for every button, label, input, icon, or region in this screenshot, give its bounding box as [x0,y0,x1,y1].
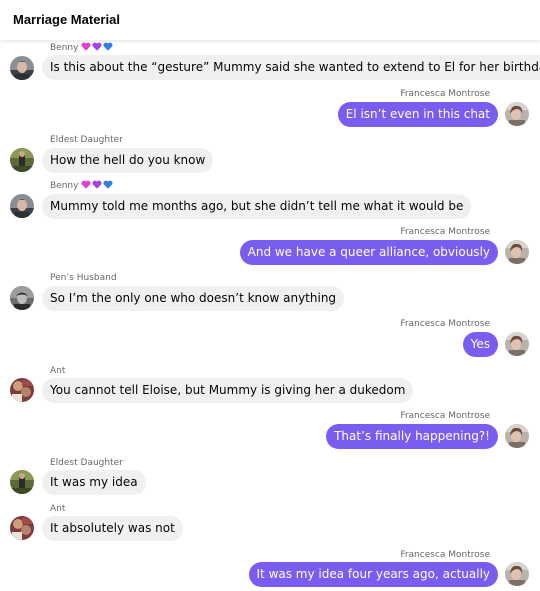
francesca-avatar[interactable] [505,102,529,126]
message-bubble[interactable]: El isn’t even in this chat [337,102,498,127]
sender-name: Francesca Montrose [400,411,490,421]
pink-heart-icon [81,42,91,51]
sender-name: Ant [50,366,66,376]
eldest-daughter-avatar[interactable] [10,148,34,172]
purple-heart-icon [92,180,102,189]
sender-name: Eldest Daughter [50,458,123,468]
francesca-avatar[interactable] [505,240,529,264]
purple-heart-icon [92,42,102,51]
sender-name: Francesca Montrose [400,89,490,99]
message-bubble[interactable]: Is this about the “gesture” Mummy said s… [42,55,540,80]
message-bubble[interactable]: It absolutely was not [42,516,183,541]
francesca-avatar[interactable] [505,562,529,586]
message-bubble[interactable]: So I’m the only one who doesn’t know any… [42,286,345,311]
sender-name: Benny [50,42,114,54]
message-bubble[interactable]: You cannot tell Eloise, but Mummy is giv… [42,378,414,403]
message-bubble[interactable]: It was my idea [42,470,146,495]
francesca-avatar[interactable] [505,424,529,448]
message-bubble[interactable]: Yes [462,332,498,357]
sender-name: Pen’s Husband [50,273,117,283]
sender-name: Francesca Montrose [400,227,490,237]
message-bubble[interactable]: How the hell do you know [42,148,214,173]
benny-avatar[interactable] [10,194,34,218]
eldest-daughter-avatar[interactable] [10,470,34,494]
blue-heart-icon [103,42,113,51]
blue-heart-icon [103,180,113,189]
heart-emojis [81,42,114,54]
message-bubble[interactable]: That’s finally happening?! [326,424,498,449]
sender-name: Eldest Daughter [50,135,123,145]
sender-name: Francesca Montrose [400,550,490,560]
pens-husband-avatar[interactable] [10,286,34,310]
sender-name: Ant [50,504,66,514]
francesca-avatar[interactable] [505,332,529,356]
chat-header: Marriage Material [0,0,540,40]
pink-heart-icon [81,180,91,189]
heart-emojis [81,180,114,192]
sender-name: Benny [50,180,114,192]
benny-avatar[interactable] [10,56,34,80]
ant-avatar[interactable] [10,516,34,540]
message-bubble[interactable]: And we have a queer alliance, obviously [239,240,498,265]
message-bubble[interactable]: It was my idea four years ago, actually [248,562,498,587]
message-bubble[interactable]: Mummy told me months ago, but she didn’t… [42,194,472,219]
sender-name: Francesca Montrose [400,319,490,329]
ant-avatar[interactable] [10,378,34,402]
chat-title: Marriage Material [13,12,120,27]
